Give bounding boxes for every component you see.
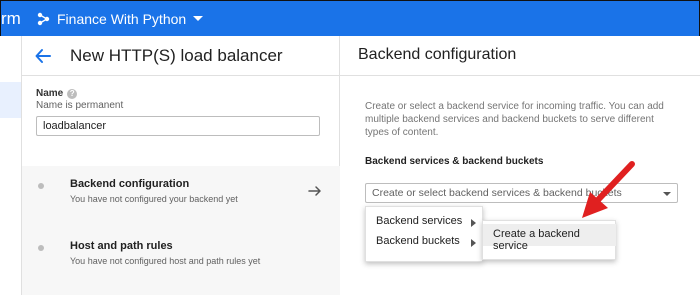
red-arrow-icon	[560, 158, 640, 233]
name-field-label: Name ?	[36, 88, 78, 99]
project-nodes-icon	[37, 12, 51, 26]
page-title: New HTTP(S) load balancer	[70, 46, 283, 65]
help-icon[interactable]: ?	[67, 88, 78, 99]
step-host-and-path-rules[interactable]: Host and path rules You have not configu…	[22, 234, 340, 288]
menu-item-label: Backend buckets	[376, 235, 460, 247]
step-subtitle: You have not configured your backend yet	[70, 194, 238, 204]
backend-description: Create or select a backend service for i…	[365, 101, 664, 138]
name-field-hint: Name is permanent	[36, 100, 124, 111]
section-title: Backend configuration	[358, 46, 517, 63]
step-status-dot	[38, 183, 44, 189]
backend-services-label: Backend services & backend buckets	[365, 156, 544, 167]
backend-type-menu: Backend services Backend buckets	[365, 206, 483, 262]
menu-item-backend-buckets[interactable]: Backend buckets	[366, 235, 484, 255]
caret-down-icon	[663, 192, 671, 196]
arrow-back-icon[interactable]	[34, 47, 52, 70]
chevron-right-icon	[471, 219, 476, 227]
menu-item-label: Backend services	[376, 215, 463, 227]
arrow-forward-icon[interactable]	[308, 184, 322, 203]
caret-down-icon	[192, 15, 204, 23]
right-panel: Backend configuration Create or select a…	[340, 36, 700, 295]
step-status-dot	[38, 245, 44, 251]
step-title: Backend configuration	[70, 178, 190, 190]
right-panel-header: Backend configuration	[340, 36, 700, 76]
left-panel: New HTTP(S) load balancer Name ? Name is…	[22, 36, 340, 295]
name-label-text: Name	[36, 88, 64, 99]
top-app-bar: rm Finance With Python	[0, 0, 700, 36]
project-selector[interactable]: Finance With Python	[37, 9, 204, 29]
left-panel-header: New HTTP(S) load balancer	[22, 36, 340, 76]
nav-gutter-selected-item[interactable]	[0, 82, 21, 118]
project-name: Finance With Python	[57, 11, 187, 27]
name-input[interactable]	[36, 116, 320, 136]
brand-text-fragment: rm	[1, 9, 21, 28]
menu-item-backend-services[interactable]: Backend services	[366, 215, 484, 235]
step-subtitle: You have not configured host and path ru…	[70, 256, 261, 266]
wizard-steps: Backend configuration You have not confi…	[22, 166, 340, 295]
nav-gutter	[0, 36, 22, 295]
step-backend-configuration[interactable]: Backend configuration You have not confi…	[22, 172, 340, 226]
chevron-right-icon	[471, 239, 476, 247]
step-title: Host and path rules	[70, 240, 173, 252]
